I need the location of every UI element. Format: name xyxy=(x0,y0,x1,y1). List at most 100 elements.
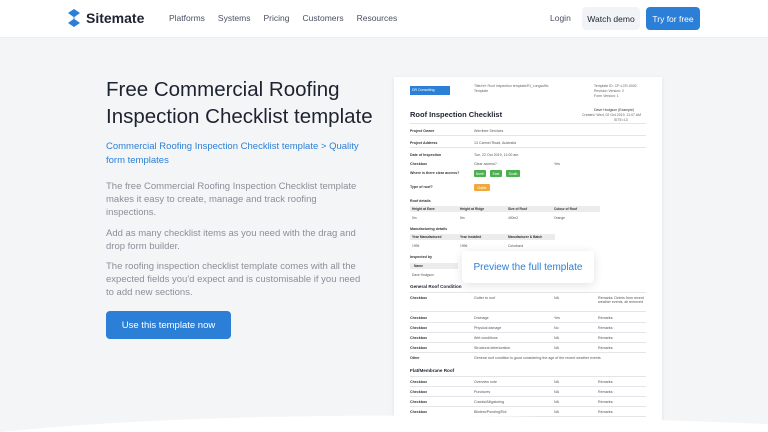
doc-sec-row-item: Wet conditions xyxy=(474,336,498,340)
doc-divider xyxy=(410,147,646,148)
doc-sec-row-remarks: Remarks: Debris from recent weather even… xyxy=(598,296,644,305)
customise-paragraph: The roofing inspection checklist templat… xyxy=(106,261,361,298)
doc-sec-row-remarks: Remarks: xyxy=(598,316,614,320)
doc-divider xyxy=(410,292,646,293)
doc-row-value: 13 Carmel Road, Australia xyxy=(474,141,516,145)
doc-sec-row-label: Checkbox xyxy=(410,336,428,340)
doc-roof-type-label: Type of roof? xyxy=(410,185,433,189)
try-for-free-button[interactable]: Try for free xyxy=(646,7,700,30)
doc-row-value: Werribee Services xyxy=(474,129,504,133)
watch-demo-button[interactable]: Watch demo xyxy=(582,7,640,30)
doc-sec-row-status: NA xyxy=(554,390,559,394)
doc-roof-details-label: Roof details xyxy=(410,199,431,203)
doc-header-form-version: Form Version: 1 xyxy=(594,94,619,98)
doc-divider xyxy=(410,322,646,323)
doc-site: SITE=13 xyxy=(614,118,628,122)
doc-header-template-id: Template ID: CP-LCR-0002 xyxy=(594,84,637,88)
doc-sec-row-status: NA xyxy=(554,346,559,350)
doc-created-date: Created: Wed, 02 Oct 2019, 11:07 AM xyxy=(582,113,642,117)
doc-manufacturing-label: Manufacturing details xyxy=(410,227,448,231)
doc-sec-row-item: Cracks/Alligatoring xyxy=(474,400,504,404)
doc-sec-row-status: NA xyxy=(554,296,559,300)
nav-links: Platforms Systems Pricing Customers Reso… xyxy=(169,13,410,23)
doc-divider xyxy=(410,406,646,407)
doc-header-template: Template xyxy=(474,89,489,93)
doc-inspected-label: Inspected by xyxy=(410,255,432,259)
doc-header-revision: Revision Version: 2 xyxy=(594,89,624,93)
doc-sec-row-label: Checkbox xyxy=(410,346,428,350)
sitemate-logo[interactable]: Sitemate xyxy=(67,9,144,27)
bottom-wave-decoration xyxy=(0,415,768,432)
doc-sec-row-item: Drainage xyxy=(474,316,489,320)
doc-checkbox-answer: Yes xyxy=(554,162,560,166)
doc-sec-row-item: Overview note xyxy=(474,380,497,384)
doc-divider xyxy=(410,342,646,343)
nav-link-systems[interactable]: Systems xyxy=(218,13,251,23)
doc-sec-row-status: NA xyxy=(554,380,559,384)
doc-divider xyxy=(410,386,646,387)
doc-sec-row-item: Punctures xyxy=(474,390,491,394)
doc-chip-gable: Gable xyxy=(474,184,490,191)
doc-td: 1995 xyxy=(412,244,420,248)
doc-divider xyxy=(410,123,646,124)
doc-th: Manufacturer & Batch xyxy=(508,235,543,239)
doc-where-label: Where is there clear access? xyxy=(410,171,460,175)
preview-full-template-button[interactable]: Preview the full template xyxy=(462,251,594,283)
doc-td: 1996 xyxy=(460,244,468,248)
page-title: Free Commercial Roofing Inspection Check… xyxy=(106,78,373,128)
doc-sec-row-status: Yes xyxy=(554,316,560,320)
doc-sec-row-item: Gutter to roof xyxy=(474,296,496,300)
builder-paragraph: Add as many checklist items as you need … xyxy=(106,228,356,252)
sitemate-logo-icon xyxy=(68,9,80,27)
nav-link-resources[interactable]: Resources xyxy=(357,13,398,23)
use-template-button[interactable]: Use this template now xyxy=(106,311,231,339)
doc-td: Colorbond xyxy=(508,244,524,248)
doc-sec-row-status: NA xyxy=(554,400,559,404)
doc-td: Dave Hodgson xyxy=(412,273,434,277)
doc-company-logo-text: DR Consulting xyxy=(412,88,435,92)
doc-sec-row-item: General roof condition is good consideri… xyxy=(474,356,601,360)
doc-row-label: Date of Inspection xyxy=(410,153,442,157)
doc-title: Roof Inspection Checklist xyxy=(410,110,503,119)
doc-sec-row-label: Checkbox xyxy=(410,390,428,394)
doc-chip-north: North xyxy=(474,170,486,177)
doc-header-title: Title/ref: Roof Inspection template/RI_L… xyxy=(474,84,549,88)
doc-th: Year Manufactured xyxy=(412,235,442,239)
doc-sec-row-item: Physical damage xyxy=(474,326,502,330)
doc-checkbox-label: Checkbox xyxy=(410,162,428,166)
doc-divider xyxy=(410,352,646,353)
doc-sec-row-label: Other xyxy=(410,356,420,360)
nav-link-pricing[interactable]: Pricing xyxy=(264,13,290,23)
doc-divider xyxy=(410,332,646,333)
doc-divider xyxy=(410,396,646,397)
doc-owner-name: Dave Hodgson (Example) xyxy=(594,108,635,112)
doc-divider xyxy=(410,311,646,312)
doc-td: 400m2 xyxy=(508,216,519,220)
doc-th: Size of Roof xyxy=(508,207,528,211)
doc-sec-row-remarks: Remarks: xyxy=(598,346,614,350)
doc-sec-row-remarks: Remarks: xyxy=(598,326,614,330)
doc-th: Height at Ridge xyxy=(460,207,485,211)
doc-td: 8m xyxy=(460,216,465,220)
doc-sec-row-label: Checkbox xyxy=(410,316,428,320)
doc-row-value: Tue, 22 Oct 2019, 11:00 am xyxy=(474,153,519,157)
doc-checkbox-question: Clear access? xyxy=(474,162,497,166)
login-link[interactable]: Login xyxy=(550,13,571,23)
doc-sec-row-label: Checkbox xyxy=(410,326,428,330)
brand-name: Sitemate xyxy=(86,10,145,26)
doc-sec-row-status: No xyxy=(554,326,559,330)
doc-sec-row-remarks: Remarks: xyxy=(598,380,614,384)
doc-sec-row-remarks: Remarks: xyxy=(598,400,614,404)
doc-row-label: Project Address xyxy=(410,141,438,145)
doc-sec-row-label: Checkbox xyxy=(410,400,428,404)
intro-paragraph: The free Commercial Roofing Inspection C… xyxy=(106,181,357,218)
nav-link-customers[interactable]: Customers xyxy=(302,13,343,23)
doc-section-title: General Roof Condition xyxy=(410,284,462,289)
breadcrumb-link[interactable]: Commercial Roofing Inspection Checklist … xyxy=(106,140,366,167)
doc-divider xyxy=(410,376,646,377)
doc-td: Orange xyxy=(554,216,565,220)
doc-sec-row-label: Checkbox xyxy=(410,380,428,384)
nav-link-platforms[interactable]: Platforms xyxy=(169,13,205,23)
doc-sec-row-remarks: Remarks: xyxy=(598,336,614,340)
doc-chip-south: South xyxy=(506,170,520,177)
